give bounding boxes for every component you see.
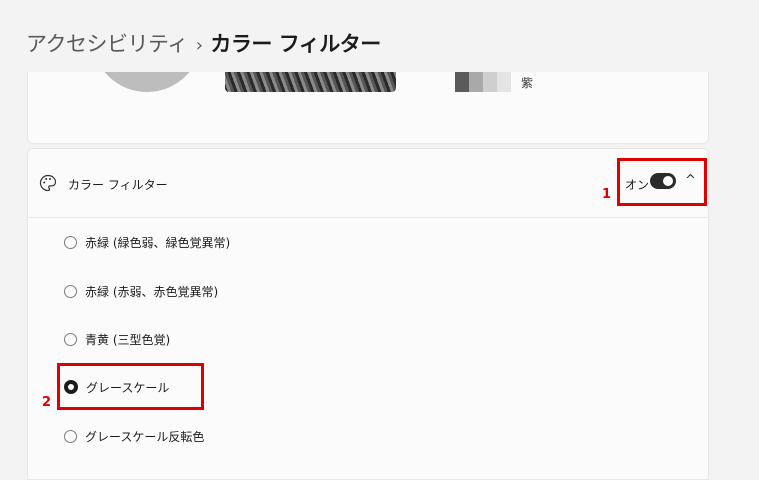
swatch bbox=[469, 72, 483, 92]
annotation-marker-1: 1 bbox=[602, 187, 612, 202]
color-filter-header[interactable]: カラー フィルター オン ^ bbox=[28, 149, 708, 218]
radio-button[interactable] bbox=[64, 284, 77, 298]
swatch bbox=[483, 72, 497, 92]
color-filter-title: カラー フィルター bbox=[68, 178, 168, 192]
radio-button[interactable] bbox=[64, 235, 77, 249]
palette-icon bbox=[39, 174, 57, 192]
preview-swatches bbox=[455, 72, 511, 92]
radio-button[interactable] bbox=[64, 332, 77, 346]
radio-button[interactable] bbox=[64, 429, 77, 443]
swatch bbox=[455, 72, 469, 92]
breadcrumb-parent-link[interactable]: アクセシビリティ bbox=[26, 32, 188, 56]
preview-photo-image bbox=[225, 72, 396, 92]
page-title: カラー フィルター bbox=[210, 32, 381, 56]
swatch-label: 紫 bbox=[521, 76, 534, 90]
highlight-box-toggle bbox=[617, 158, 707, 206]
preview-card: 紫 bbox=[27, 72, 709, 144]
swatch bbox=[497, 72, 511, 92]
radio-option-label: 赤緑 (緑色弱、緑色覚異常) bbox=[85, 235, 231, 250]
radio-option-label: グレースケール反転色 bbox=[85, 429, 205, 444]
radio-option-deuteranopia[interactable]: 赤緑 (緑色弱、緑色覚異常) bbox=[64, 232, 230, 252]
breadcrumb-separator-icon: › bbox=[195, 35, 203, 56]
radio-option-label: 青黄 (三型色覚) bbox=[85, 332, 171, 347]
radio-option-label: 赤緑 (赤弱、赤色覚異常) bbox=[85, 284, 219, 299]
annotation-marker-2: 2 bbox=[42, 395, 52, 410]
breadcrumb: アクセシビリティ › カラー フィルター bbox=[26, 28, 381, 58]
radio-option-protanopia[interactable]: 赤緑 (赤弱、赤色覚異常) bbox=[64, 281, 218, 301]
highlight-box-grayscale bbox=[57, 363, 204, 410]
radio-option-inverted-grayscale[interactable]: グレースケール反転色 bbox=[64, 426, 204, 446]
radio-option-tritanopia[interactable]: 青黄 (三型色覚) bbox=[64, 329, 170, 349]
